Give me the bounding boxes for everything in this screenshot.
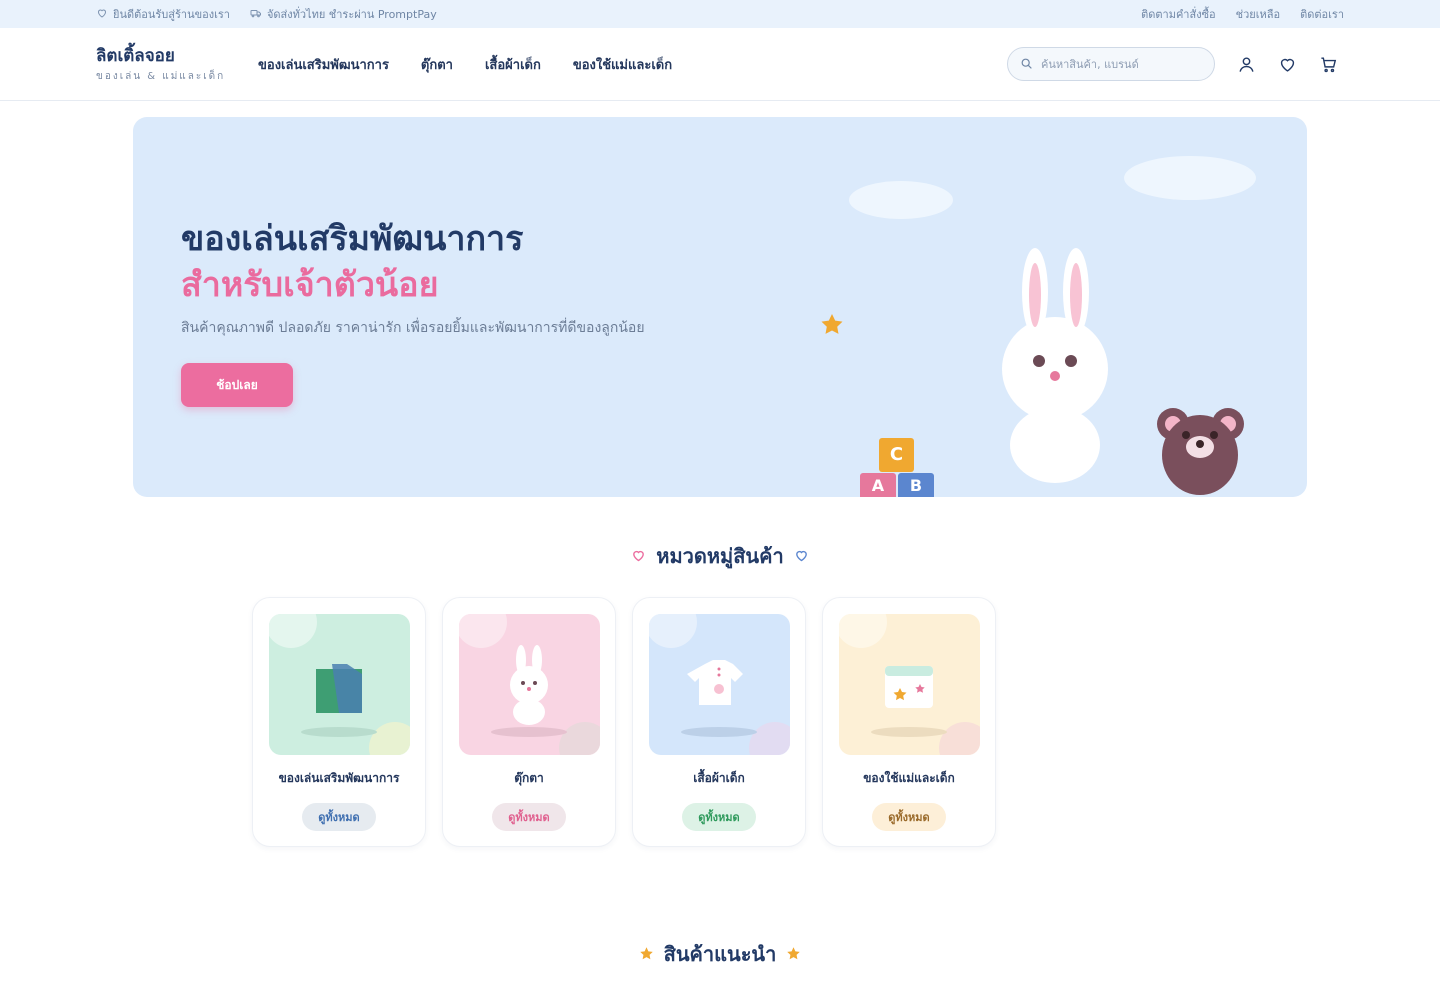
bunny-illustration [1002, 248, 1108, 483]
view-all-button[interactable]: ดูทั้งหมด [682, 803, 756, 831]
baby-products-box-icon [884, 666, 933, 708]
help-link[interactable]: ช่วยเหลือ [1236, 5, 1280, 23]
star-icon [639, 942, 654, 966]
category-grid: ของเล่นเสริมพัฒนาการ ดูทั้งหมด ตุ๊กตา ดู… [252, 597, 996, 847]
hero-subtitle: สินค้าคุณภาพดี ปลอดภัย ราคาน่ารัก เพื่อร… [181, 320, 645, 336]
brand-logo[interactable]: ลิตเติ้ลจอย ของเล่น & แม่และเด็ก [96, 45, 258, 84]
welcome-notice: ยินดีต้อนรับสู่ร้านของเรา [96, 5, 230, 23]
hero-title-accent: สำหรับเจ้าตัวน้อย [181, 265, 439, 305]
nav-item-dolls[interactable]: ตุ๊กตา [421, 54, 453, 75]
view-all-button[interactable]: ดูทั้งหมด [492, 803, 566, 831]
search-box[interactable] [1007, 47, 1215, 81]
categories-heading: หมวดหมู่สินค้า [0, 540, 1440, 572]
category-card-development-toys[interactable]: ของเล่นเสริมพัฒนาการ ดูทั้งหมด [252, 597, 426, 847]
cloud-shape [849, 181, 953, 219]
section-title: หมวดหมู่สินค้า [656, 544, 784, 568]
heart-icon [631, 544, 646, 568]
shop-now-button[interactable]: ช้อปเลย [181, 363, 293, 407]
welcome-text: ยินดีต้อนรับสู่ร้านของเรา [113, 8, 230, 21]
view-all-button[interactable]: ดูทั้งหมด [302, 803, 376, 831]
category-card-dolls[interactable]: ตุ๊กตา ดูทั้งหมด [442, 597, 616, 847]
nav-item-mom-baby[interactable]: ของใช้แม่และเด็ก [573, 54, 672, 75]
heart-icon [794, 544, 809, 568]
block-letter-c: C [889, 444, 904, 465]
category-card-kids-clothing[interactable]: เสื้อผ้าเด็ก ดูทั้งหมด [632, 597, 806, 847]
brand-tagline: ของเล่น & แม่และเด็ก [96, 70, 226, 82]
featured-heading: สินค้าแนะนำ [0, 938, 1440, 970]
block-letter-a: A [871, 476, 885, 495]
nav-item-kids-clothing[interactable]: เสื้อผ้าเด็ก [485, 54, 541, 75]
category-thumbnail [838, 614, 980, 755]
block-letter-b: B [909, 476, 923, 495]
category-name: ของเล่นเสริมพัฒนาการ [278, 771, 400, 785]
category-name: เสื้อผ้าเด็ก [693, 771, 745, 785]
star-icon [821, 314, 843, 334]
main-nav: ของเล่นเสริมพัฒนาการ ตุ๊กตา เสื้อผ้าเด็ก… [258, 54, 672, 75]
category-thumbnail [458, 614, 600, 755]
brand-name: ลิตเติ้ลจอย [96, 45, 175, 66]
user-icon[interactable] [1237, 55, 1256, 74]
section-title: สินค้าแนะนำ [663, 942, 777, 966]
category-name: ของใช้แม่และเด็ก [863, 771, 955, 785]
heart-outline-icon [96, 7, 108, 22]
site-header: ลิตเติ้ลจอย ของเล่น & แม่และเด็ก ของเล่น… [0, 28, 1440, 101]
star-icon [786, 942, 801, 966]
shipping-text: จัดส่งทั่วไทย ชำระผ่าน PromptPay [266, 8, 437, 21]
top-announcement-bar: ยินดีต้อนรับสู่ร้านของเรา จัดส่งทั่วไทย … [0, 0, 1440, 28]
nav-item-development-toys[interactable]: ของเล่นเสริมพัฒนาการ [258, 54, 389, 75]
teddy-bear-illustration [1157, 408, 1244, 495]
view-all-button[interactable]: ดูทั้งหมด [872, 803, 946, 831]
wishlist-heart-icon[interactable] [1278, 55, 1297, 74]
search-input[interactable] [1041, 57, 1191, 71]
category-name: ตุ๊กตา [514, 771, 544, 785]
cloud-shape [1124, 156, 1256, 200]
truck-icon [250, 7, 262, 22]
shipping-notice: จัดส่งทั่วไทย ชำระผ่าน PromptPay [250, 5, 437, 23]
category-thumbnail [648, 614, 790, 755]
category-thumbnail [268, 614, 410, 755]
contact-link[interactable]: ติดต่อเรา [1300, 5, 1344, 23]
category-card-mom-baby[interactable]: ของใช้แม่และเด็ก ดูทั้งหมด [822, 597, 996, 847]
track-order-link[interactable]: ติดตามคำสั่งซื้อ [1141, 5, 1216, 23]
hero-banner: C A B ของเล่นเสริมพัฒนาการ สำหรับเจ้าตัว… [133, 117, 1307, 497]
search-icon [1020, 55, 1033, 74]
shape-sorter-icon [315, 664, 362, 713]
cart-icon[interactable] [1319, 55, 1338, 74]
